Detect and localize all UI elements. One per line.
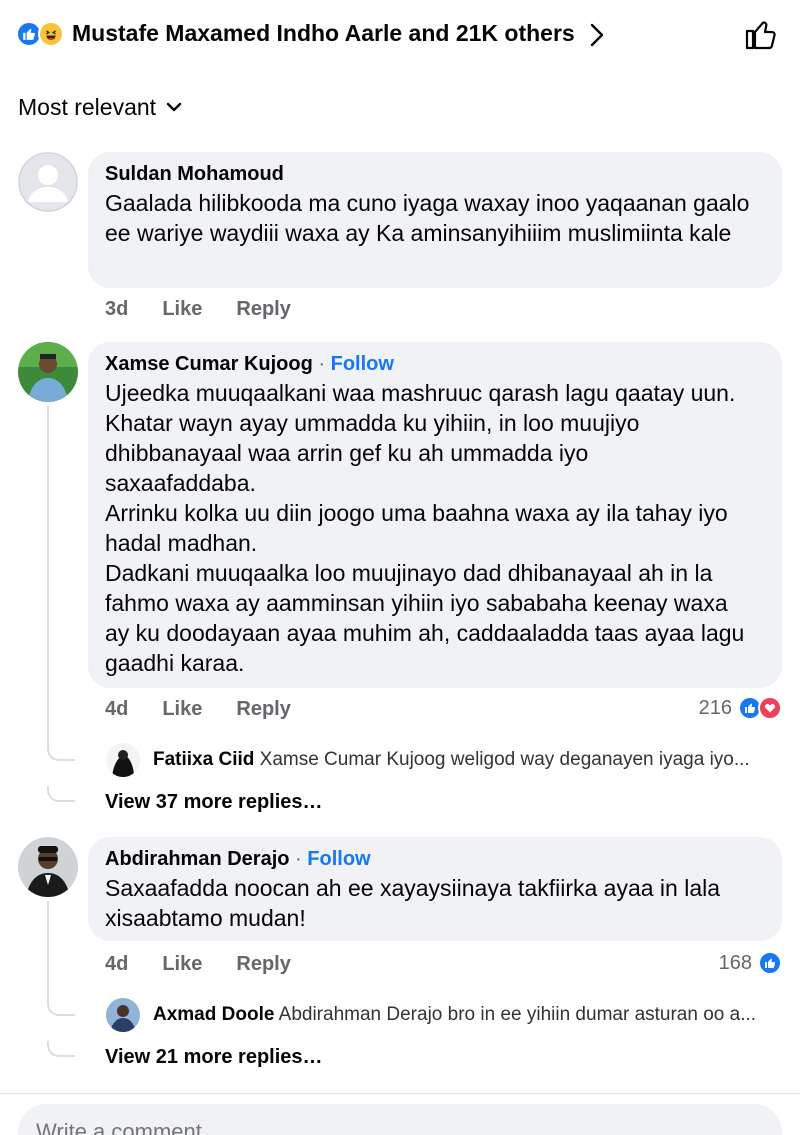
comment-line: saxaafaddaba. <box>105 470 256 496</box>
comment-line: dhibbanayaal waa arrin gef ku ah ummadda… <box>105 440 589 466</box>
comment-author-row: Xamse Cumar Kujoog · Follow <box>105 352 764 376</box>
separator-dot: · <box>318 353 326 375</box>
comment-time: 3d <box>105 298 129 320</box>
reply-preview[interactable]: Fatiixa Ciid Xamse Cumar Kujoog weligod … <box>153 749 793 771</box>
comment-author[interactable]: Abdirahman Derajo <box>105 848 289 870</box>
thread-connector <box>47 745 75 761</box>
follow-button[interactable]: Follow <box>307 848 370 870</box>
avatar[interactable] <box>18 342 78 402</box>
comment-author-row: Abdirahman Derajo · Follow <box>105 847 764 871</box>
comment-line: fahmo waxa ay aamminsan yihiin iyo sabab… <box>105 590 728 616</box>
comment-text: Gaalada hilibkooda ma cuno iyaga waxay i… <box>105 190 750 246</box>
comment-input[interactable] <box>18 1104 782 1135</box>
comment-line: Dadkani muuqaalka loo muujinayo dad dhib… <box>105 560 713 586</box>
reaction-count[interactable]: 216 <box>699 696 782 720</box>
chevron-right-icon[interactable] <box>586 22 608 48</box>
sort-dropdown[interactable]: Most relevant <box>18 92 182 122</box>
comment-line: Saxaafadda noocan ah ee xayaysiinaya tak… <box>105 875 721 901</box>
like-button[interactable]: Like <box>162 298 202 321</box>
like-button-icon[interactable] <box>744 17 778 51</box>
comment-author[interactable]: Xamse Cumar Kujoog <box>105 353 313 375</box>
profile-photo <box>18 342 78 402</box>
comment-author[interactable]: Suldan Mohamoud <box>105 162 764 186</box>
haha-reaction-icon <box>38 21 64 47</box>
comment-actions: 3d Like Reply <box>105 298 325 321</box>
comment-text: Ujeedka muuqaalkani waa mashruuc qarash … <box>105 378 764 678</box>
profile-photo <box>18 837 78 897</box>
default-avatar-icon <box>18 152 78 212</box>
comment-bubble[interactable]: Suldan Mohamoud Gaalada hilibkooda ma cu… <box>88 152 782 288</box>
reaction-count-value: 168 <box>718 951 752 974</box>
sort-label: Most relevant <box>18 93 157 120</box>
comment-bubble[interactable]: Xamse Cumar Kujoog · Follow Ujeedka muuq… <box>88 342 782 688</box>
avatar[interactable] <box>18 152 78 212</box>
chevron-down-icon <box>166 102 182 112</box>
love-reaction-icon <box>758 696 782 720</box>
comment-line: xisaabtamo mudan! <box>105 905 306 931</box>
comment-bubble[interactable]: Abdirahman Derajo · Follow Saxaafadda no… <box>88 837 782 941</box>
comment-line: Arrinku kolka uu diin joogo uma baahna w… <box>105 500 728 526</box>
thread-line <box>47 901 49 1001</box>
comment-line: Khatar wayn ayay ummadda ku yihiin, in l… <box>105 410 640 436</box>
profile-photo <box>106 743 140 777</box>
reply-button[interactable]: Reply <box>236 698 290 721</box>
reply-text: Xamse Cumar Kujoog weligod way deganayen… <box>259 749 750 770</box>
like-button[interactable]: Like <box>162 953 202 976</box>
view-more-replies-link[interactable]: View 21 more replies… <box>105 1046 323 1069</box>
reactors-summary-text[interactable]: Mustafe Maxamed Indho Aarle and 21K othe… <box>72 20 575 47</box>
comment-text: Saxaafadda noocan ah ee xayaysiinaya tak… <box>105 873 764 933</box>
reaction-count[interactable]: 168 <box>719 951 782 975</box>
comment-time: 4d <box>105 698 129 720</box>
comment-time: 4d <box>105 953 129 975</box>
reply-text: Abdirahman Derajo bro in ee yihiin dumar… <box>278 1004 757 1025</box>
comment-actions: 4d Like Reply <box>105 698 325 721</box>
reply-avatar[interactable] <box>106 743 140 777</box>
follow-button[interactable]: Follow <box>331 353 394 375</box>
comment-line: gaadhi karaa. <box>105 650 245 676</box>
reply-button[interactable]: Reply <box>236 298 290 321</box>
reply-button[interactable]: Reply <box>236 953 290 976</box>
reply-author[interactable]: Axmad Doole <box>153 1004 274 1025</box>
reply-avatar[interactable] <box>106 998 140 1032</box>
comment-composer <box>0 1093 800 1135</box>
thread-connector <box>47 1000 75 1016</box>
reaction-icons <box>16 21 66 47</box>
separator-dot: · <box>295 848 302 870</box>
reply-author[interactable]: Fatiixa Ciid <box>153 749 254 770</box>
thread-connector <box>47 786 75 802</box>
like-button[interactable]: Like <box>162 698 202 721</box>
thread-connector <box>47 1041 75 1057</box>
comment-line: Ujeedka muuqaalkani waa mashruuc qarash … <box>105 380 736 406</box>
comment-line: hadal madhan. <box>105 530 258 556</box>
comment-actions: 4d Like Reply <box>105 953 325 976</box>
like-reaction-icon <box>758 951 782 975</box>
view-more-replies-link[interactable]: View 37 more replies… <box>105 791 323 814</box>
thread-line <box>47 406 49 746</box>
reply-preview[interactable]: Axmad Doole Abdirahman Derajo bro in ee … <box>153 1004 793 1026</box>
reactions-summary[interactable]: Mustafe Maxamed Indho Aarle and 21K othe… <box>0 0 800 70</box>
reaction-count-value: 216 <box>698 696 732 719</box>
avatar[interactable] <box>18 837 78 897</box>
profile-photo <box>106 998 140 1032</box>
comment-line: ay ku doodayaan ayaa muhim ah, caddaalad… <box>105 620 745 646</box>
